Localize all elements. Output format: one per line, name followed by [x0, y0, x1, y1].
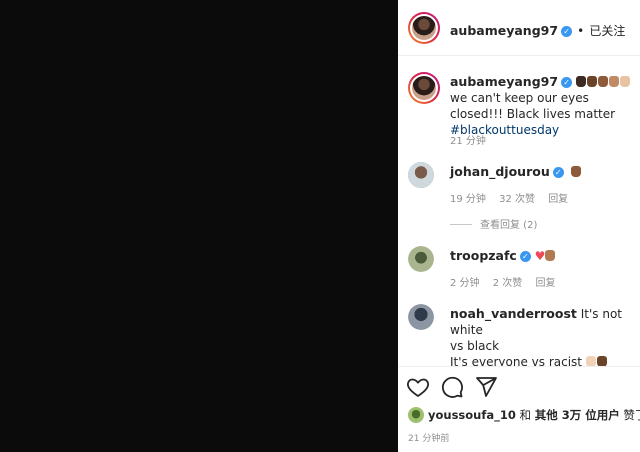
raised-fist-emoji-icons — [575, 75, 631, 89]
likes-and-text: 和 — [519, 408, 532, 422]
comment-likes-count[interactable]: 32 次赞 — [499, 194, 535, 205]
fist-emoji-icon — [585, 356, 596, 366]
comment-username[interactable]: johan_djourou — [450, 164, 550, 179]
commenter-avatar[interactable] — [408, 246, 434, 272]
caption-time: 21 分钟 — [450, 136, 486, 147]
other-likers-link[interactable]: 其他 3万 位用户 — [535, 408, 620, 422]
fist-emoji-icon — [596, 356, 607, 366]
comment-item: troopzafc ✓ ♥ 2 分钟 2 次赞 回复 — [408, 246, 634, 302]
comment-icon[interactable] — [440, 375, 464, 399]
view-replies-label: 查看回复 (2) — [480, 220, 538, 231]
post-side-panel: aubameyang97 ✓ • 已关注 aubameyang97 ✓ we can… — [398, 0, 640, 452]
comment-time: 2 分钟 — [450, 278, 480, 289]
comment-item: noah_vanderroost It's not white vs black… — [408, 302, 634, 366]
comment-text-line2: vs black — [450, 339, 500, 353]
instagram-post: aubameyang97 ✓ • 已关注 aubameyang97 ✓ we can… — [0, 0, 640, 452]
verified-badge-icon: ✓ — [519, 251, 531, 262]
reply-button[interactable]: 回复 — [535, 278, 555, 289]
verified-badge-icon: ✓ — [552, 167, 564, 178]
caption-text: we can't keep our eyes closed!!! Black l… — [450, 91, 616, 121]
caption-avatar[interactable] — [408, 72, 440, 104]
author-avatar[interactable] — [408, 12, 440, 44]
comment-item: johan_djourou ✓ 19 分钟 32 次赞 回复 查看回复 (2) — [408, 162, 634, 242]
comment-text-line3: It's everyone vs racist — [450, 355, 582, 366]
caption-username[interactable]: aubameyang97 — [450, 74, 558, 89]
verified-badge-icon: ✓ — [561, 26, 573, 37]
comments-list[interactable]: aubameyang97 ✓ we can't keep our eyes clo… — [398, 56, 640, 366]
likes-suffix: 赞了 — [623, 408, 640, 422]
liker-username[interactable]: youssoufa_10 — [428, 408, 516, 422]
likes-summary: youssoufa_10 和 其他 3万 位用户 赞了 — [408, 407, 640, 423]
follow-status-button[interactable]: 已关注 — [589, 24, 625, 38]
view-replies-button[interactable]: 查看回复 (2) — [450, 216, 537, 231]
post-actions-bar: youssoufa_10 和 其他 3万 位用户 赞了 21 分钟前 — [398, 366, 640, 452]
red-heart-emoji-icon: ♥ — [534, 249, 546, 263]
commenter-avatar[interactable] — [408, 304, 434, 330]
dot-separator: • — [577, 24, 585, 38]
comment-time: 19 分钟 — [450, 194, 486, 205]
comment-username[interactable]: noah_vanderroost — [450, 306, 577, 321]
liker-avatar[interactable] — [408, 407, 424, 423]
share-icon[interactable] — [474, 375, 498, 399]
author-username[interactable]: aubameyang97 — [450, 23, 558, 38]
caption-item: aubameyang97 ✓ we can't keep our eyes clo… — [408, 72, 634, 152]
reply-button[interactable]: 回复 — [548, 194, 568, 205]
heart-icon[interactable] — [406, 375, 430, 399]
commenter-avatar[interactable] — [408, 162, 434, 188]
raised-fist-emoji-icon — [545, 250, 556, 261]
verified-badge-icon: ✓ — [561, 77, 573, 88]
comment-username[interactable]: troopzafc — [450, 248, 517, 263]
raised-fist-emoji-icon — [570, 166, 581, 177]
post-timestamp: 21 分钟前 — [408, 434, 450, 444]
divider-line — [450, 224, 472, 225]
comment-likes-count[interactable]: 2 次赞 — [493, 278, 523, 289]
post-header: aubameyang97 ✓ • 已关注 — [398, 0, 640, 56]
post-image-black[interactable] — [0, 0, 398, 452]
